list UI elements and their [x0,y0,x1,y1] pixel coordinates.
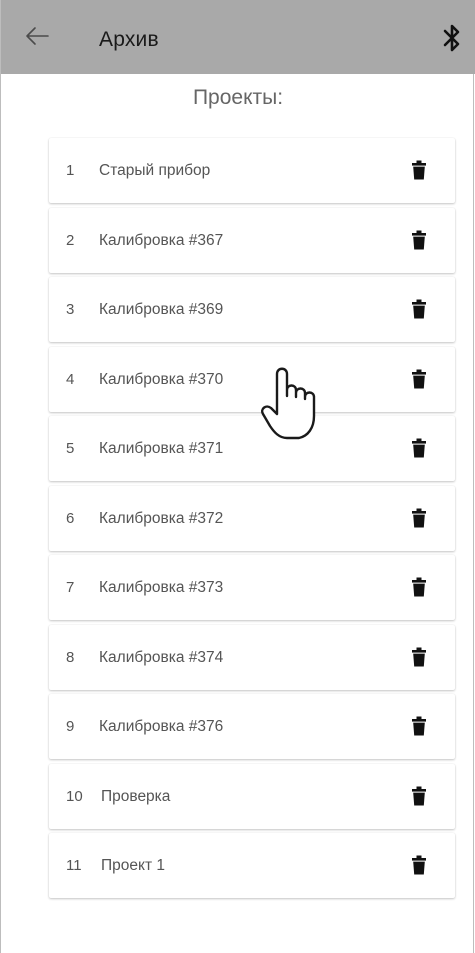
project-name: Калибровка #373 [99,579,224,596]
app-screen: Архив Проекты: 1 Старый прибор 2 Калибровка… [0,0,475,953]
trash-icon [412,855,426,875]
project-name: Калибровка #376 [99,718,224,735]
trash-icon [412,230,426,249]
trash-icon [412,369,426,388]
list-item[interactable]: 2 Калибровка #367 [49,207,455,273]
project-list: 1 Старый прибор 2 Калибровка #367 3 Калибровк… [49,138,455,903]
project-name: Проверка [101,787,171,805]
delete-project-button[interactable] [411,369,435,393]
project-name: Калибровка #367 [99,231,224,249]
project-number: 9 [66,718,75,735]
project-number: 10 [66,787,83,805]
app-bar: Архив [1,0,475,74]
trash-icon [412,508,426,527]
project-number: 11 [66,857,82,874]
bluetooth-icon [443,24,460,52]
project-name: Калибровка #372 [99,509,224,527]
delete-project-button[interactable] [411,647,435,671]
project-name: Проект 1 [101,857,165,874]
list-item[interactable]: 1 Старый прибор [49,138,455,203]
project-number: 2 [66,231,75,249]
project-number: 1 [66,162,75,179]
delete-project-button[interactable] [411,508,435,532]
list-item[interactable]: 10 Проверка [49,763,455,829]
list-item[interactable]: 4 Калибровка #370 [49,346,455,412]
project-number: 8 [66,648,75,666]
project-number: 4 [66,370,75,388]
project-name: Калибровка #371 [99,440,224,457]
project-name: Калибровка #374 [99,648,224,666]
trash-icon [412,786,426,805]
page-title: Архив [99,28,159,51]
trash-icon [412,577,426,597]
list-item[interactable]: 3 Калибровка #369 [49,277,455,342]
project-number: 6 [66,509,75,527]
project-number: 3 [66,301,75,318]
list-item[interactable]: 5 Калибровка #371 [49,416,455,481]
list-item[interactable]: 9 Калибровка #376 [49,694,455,759]
trash-icon [412,438,426,458]
delete-project-button[interactable] [411,855,435,879]
delete-project-button[interactable] [411,438,435,462]
list-item[interactable]: 7 Калибровка #373 [49,555,455,620]
bluetooth-button[interactable] [441,22,471,58]
delete-project-button[interactable] [411,577,435,601]
delete-project-button[interactable] [411,299,435,323]
arrow-left-icon [26,27,49,45]
list-item[interactable]: 6 Калибровка #372 [49,485,455,551]
list-item[interactable]: 11 Проект 1 [49,833,455,898]
project-number: 5 [66,440,75,457]
list-item[interactable]: 8 Калибровка #374 [49,624,455,690]
trash-icon [412,647,426,666]
trash-icon [412,716,426,736]
back-button[interactable] [23,22,63,54]
project-number: 7 [66,579,75,596]
trash-icon [412,299,426,319]
project-name: Старый прибор [99,162,211,179]
delete-project-button[interactable] [411,160,435,184]
delete-project-button[interactable] [411,786,435,810]
trash-icon [412,160,426,180]
delete-project-button[interactable] [411,230,435,254]
project-name: Калибровка #369 [99,301,224,318]
project-name: Калибровка #370 [99,370,224,388]
delete-project-button[interactable] [411,716,435,740]
section-title: Проекты: [192,86,284,109]
